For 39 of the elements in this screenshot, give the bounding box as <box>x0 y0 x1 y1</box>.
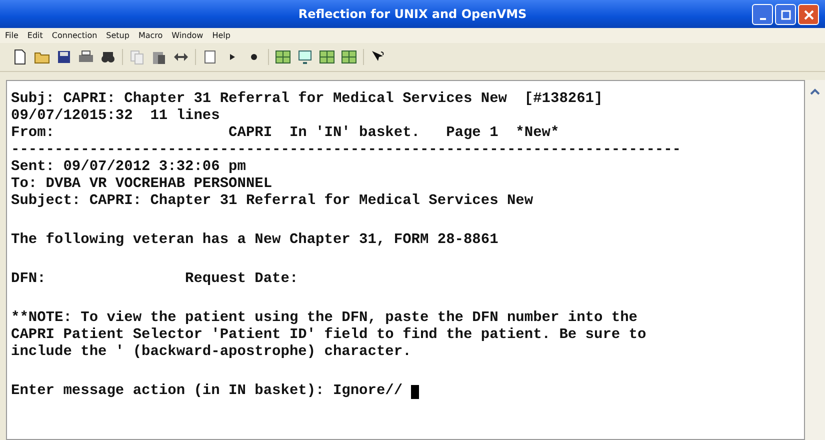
print-icon[interactable] <box>78 49 94 65</box>
window-title: Reflection for UNIX and OpenVMS <box>298 7 527 21</box>
menu-item[interactable]: Help <box>212 31 230 40</box>
close-icon <box>804 10 814 20</box>
page-icon[interactable] <box>202 49 218 65</box>
minimize-button[interactable] <box>752 4 773 25</box>
terminal-line: CAPRI Patient Selector 'Patient ID' field to find the patient. Be sure to <box>11 327 646 344</box>
terminal-line: The following veteran has a New Chapter 31, FORM 28-8861 <box>11 232 498 249</box>
terminal-line: From: CAPRI In 'IN' basket. Page 1 *New* <box>11 125 560 142</box>
terminal-line: include the ' (backward-apostrophe) character. <box>11 344 412 361</box>
new-file-icon[interactable] <box>12 49 28 65</box>
minimize-icon <box>760 18 766 20</box>
terminal-line: Sent: 09/07/2012 3:32:06 pm <box>11 159 246 176</box>
menu-item[interactable]: Setup <box>106 31 130 40</box>
terminal-line: ----------------------------------------------------------------------------- <box>11 142 682 159</box>
grid-icon[interactable] <box>341 49 357 65</box>
grid-icon[interactable] <box>319 49 335 65</box>
grid-icon[interactable] <box>275 49 291 65</box>
monitor-icon[interactable] <box>297 49 313 65</box>
terminal-line: DFN: Request Date: <box>11 271 298 288</box>
menu-item[interactable]: Macro <box>138 31 163 40</box>
terminal-line: 09/07/12015:32 11 lines <box>11 108 220 125</box>
terminal-line: To: DVBA VR VOCREHAB PERSONNEL <box>11 176 272 193</box>
scrollbar[interactable] <box>805 80 825 440</box>
paste-icon[interactable] <box>151 49 167 65</box>
maximize-button[interactable] <box>775 4 796 25</box>
menu-item[interactable]: File <box>5 31 18 40</box>
maximize-icon <box>780 10 790 20</box>
terminal-line: Enter message action (in IN basket): Ignore// <box>11 383 404 400</box>
menu-item[interactable]: Connection <box>52 31 98 40</box>
close-button[interactable] <box>798 4 819 25</box>
terminal-line: Subject: CAPRI: Chapter 31 Referral for Medical Services New <box>11 193 534 210</box>
menu-item[interactable]: Window <box>172 31 204 40</box>
text-cursor <box>411 384 420 398</box>
menu-item[interactable]: Edit <box>27 31 43 40</box>
save-icon[interactable] <box>56 49 72 65</box>
terminal-line: Subj: CAPRI: Chapter 31 Referral for Medical Services New [#138261] <box>11 91 603 108</box>
binoculars-icon[interactable] <box>100 49 116 65</box>
terminal-line: **NOTE: To view the patient using the DFN, paste the DFN number into the <box>11 310 638 327</box>
